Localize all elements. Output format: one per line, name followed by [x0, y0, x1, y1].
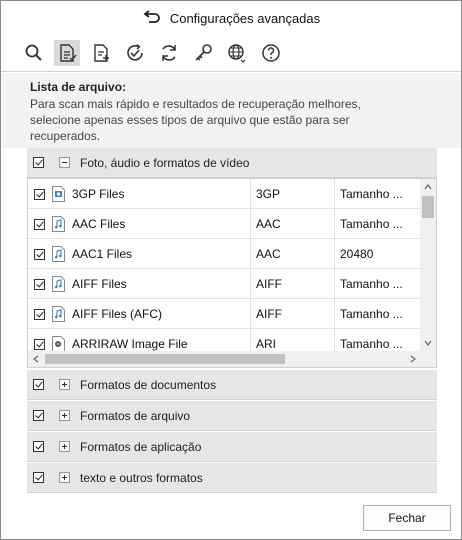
group-documents: Formatos de documentos	[27, 370, 437, 400]
audio-file-icon	[52, 216, 65, 232]
file-extension: AAC	[256, 216, 281, 231]
audio-file-icon	[52, 276, 65, 292]
advanced-settings-window: Configurações avançadas Lista de arquivo…	[0, 0, 462, 540]
file-size: Tamanho ...	[340, 216, 403, 231]
vertical-scroll-thumb[interactable]	[422, 196, 434, 218]
table-row[interactable]: 3GP Files 3GP Tamanho ...	[28, 179, 421, 209]
group-documents-label: Formatos de documentos	[80, 377, 217, 392]
file-list-settings-icon[interactable]	[54, 40, 80, 66]
expand-icon[interactable]	[59, 472, 70, 483]
refresh-icon[interactable]	[156, 40, 182, 66]
window-title: Configurações avançadas	[169, 10, 321, 26]
column-divider	[250, 209, 251, 239]
column-divider	[334, 179, 335, 209]
file-extension: AIFF	[256, 306, 282, 321]
file-type-name: AIFF Files	[72, 276, 127, 291]
file-extension: AAC	[256, 246, 281, 261]
file-type-name: AAC Files	[72, 216, 126, 231]
close-button[interactable]: Fechar	[363, 505, 451, 531]
scroll-down-icon[interactable]	[423, 338, 433, 348]
group-media: Foto, áudio e formatos de vídeo	[27, 148, 437, 178]
audio-file-icon	[52, 306, 65, 322]
file-type-name: 3GP Files	[72, 186, 125, 201]
file-list-heading: Lista de arquivo:	[30, 80, 127, 94]
file-size: Tamanho ...	[340, 336, 403, 351]
toolbar	[1, 35, 461, 72]
scrollbar-corner	[420, 351, 436, 367]
group-applications: Formatos de aplicação	[27, 432, 437, 462]
file-extension: 3GP	[256, 186, 281, 201]
expand-icon[interactable]	[59, 410, 70, 421]
globe-icon[interactable]	[224, 40, 250, 66]
table-row[interactable]: AAC1 Files AAC 20480	[28, 239, 421, 269]
image-file-icon	[52, 336, 65, 352]
horizontal-scroll-thumb[interactable]	[45, 354, 285, 364]
group-archives: Formatos de arquivo	[27, 401, 437, 431]
table-row[interactable]: AAC Files AAC Tamanho ...	[28, 209, 421, 239]
group-text-label: texto e outros formatos	[80, 470, 203, 485]
check-circle-icon[interactable]	[122, 40, 148, 66]
file-list-info: Lista de arquivo: Para scan mais rápido …	[1, 73, 461, 148]
file-type-name: ARRIRAW Image File	[72, 336, 188, 351]
scroll-left-icon[interactable]	[31, 354, 41, 364]
group-applications-checkbox[interactable]	[33, 441, 44, 452]
audio-file-icon	[52, 246, 65, 262]
group-text-checkbox[interactable]	[33, 472, 44, 483]
title-bar: Configurações avançadas	[1, 1, 461, 35]
file-extension: AIFF	[256, 276, 282, 291]
group-media-label: Foto, áudio e formatos de vídeo	[80, 155, 250, 170]
file-size: Tamanho ...	[340, 186, 403, 201]
table-row[interactable]: AIFF Files AIFF Tamanho ...	[28, 269, 421, 299]
row-checkbox[interactable]	[34, 189, 45, 200]
column-divider	[250, 269, 251, 299]
file-types-list: 3GP Files 3GP Tamanho ... AAC Files AAC Taman…	[27, 178, 437, 368]
group-text: texto e outros formatos	[27, 463, 437, 493]
video-file-icon	[52, 186, 65, 202]
column-divider	[334, 299, 335, 329]
help-icon[interactable]	[258, 40, 284, 66]
vertical-scrollbar[interactable]	[420, 179, 436, 351]
column-divider	[250, 179, 251, 209]
horizontal-scrollbar[interactable]	[28, 351, 421, 367]
scroll-right-icon[interactable]	[408, 354, 418, 364]
undo-arrow-icon[interactable]	[142, 10, 162, 26]
file-size: Tamanho ...	[340, 306, 403, 321]
expand-icon[interactable]	[59, 441, 70, 452]
row-checkbox[interactable]	[34, 339, 45, 350]
column-divider	[250, 299, 251, 329]
column-divider	[250, 239, 251, 269]
file-type-name: AAC1 Files	[72, 246, 133, 261]
search-icon[interactable]	[21, 40, 47, 66]
group-archives-checkbox[interactable]	[33, 410, 44, 421]
file-types-rows: 3GP Files 3GP Tamanho ... AAC Files AAC Taman…	[28, 179, 421, 359]
column-divider	[334, 269, 335, 299]
file-extension: ARI	[256, 336, 277, 351]
file-size: 20480	[340, 246, 374, 261]
file-list-description: Para scan mais rápido e resultados de re…	[30, 97, 361, 143]
group-documents-checkbox[interactable]	[33, 379, 44, 390]
row-checkbox[interactable]	[34, 249, 45, 260]
group-archives-label: Formatos de arquivo	[80, 408, 191, 423]
row-checkbox[interactable]	[34, 279, 45, 290]
group-media-checkbox[interactable]	[33, 157, 44, 168]
table-row[interactable]: AIFF Files (AFC) AIFF Tamanho ...	[28, 299, 421, 329]
key-icon[interactable]	[190, 40, 216, 66]
column-divider	[334, 209, 335, 239]
row-checkbox[interactable]	[34, 309, 45, 320]
group-applications-label: Formatos de aplicação	[80, 439, 202, 454]
file-type-name: AIFF Files (AFC)	[72, 306, 162, 321]
file-add-icon[interactable]	[88, 40, 114, 66]
collapse-icon[interactable]	[59, 157, 70, 168]
scroll-up-icon[interactable]	[423, 182, 433, 192]
column-divider	[334, 239, 335, 269]
expand-icon[interactable]	[59, 379, 70, 390]
row-checkbox[interactable]	[34, 219, 45, 230]
file-size: Tamanho ...	[340, 276, 403, 291]
